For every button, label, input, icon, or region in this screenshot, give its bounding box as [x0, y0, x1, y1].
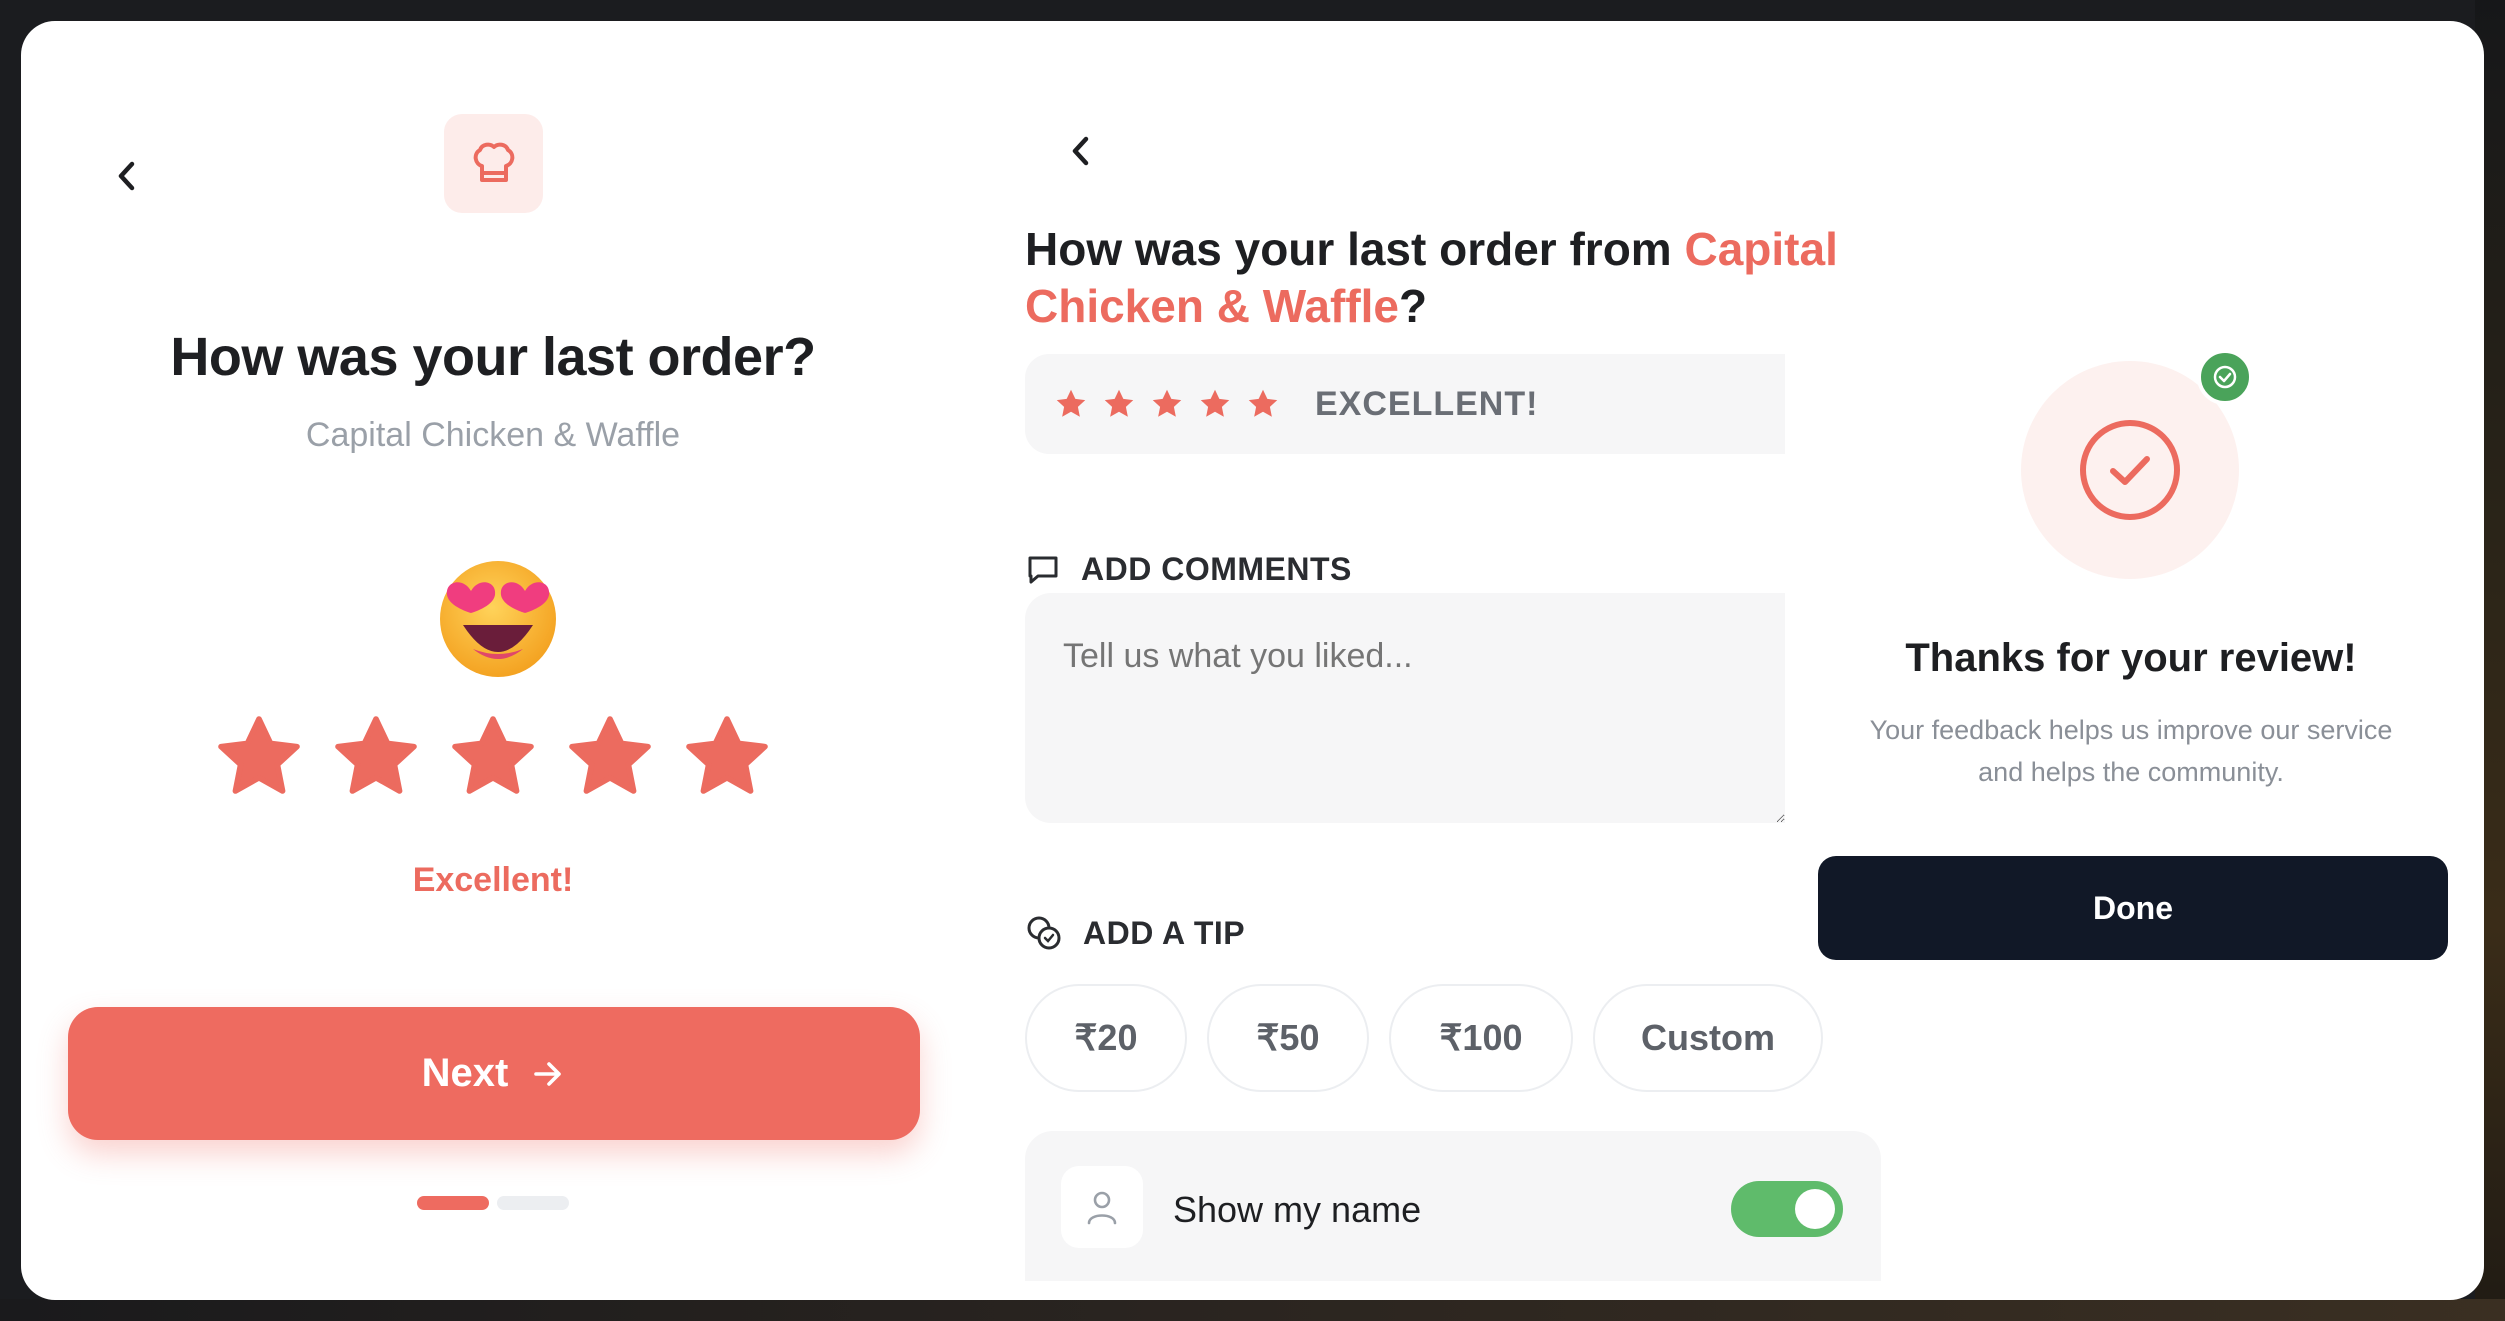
- show-name-toggle[interactable]: [1731, 1181, 1843, 1237]
- restaurant-name: Capital Chicken & Waffle: [305, 416, 681, 454]
- tip-options: ₹20 ₹50 ₹100 Custom: [1025, 984, 1823, 1092]
- review-title: How was your last order from Capital Chi…: [1025, 221, 1885, 335]
- check-circle-icon: [2080, 420, 2180, 520]
- star-3[interactable]: [445, 709, 541, 805]
- tip-option-50[interactable]: ₹50: [1207, 984, 1369, 1092]
- back-button-middle[interactable]: [1051, 121, 1111, 181]
- thanks-message-line-2: and helps the community.: [1978, 757, 2284, 787]
- chef-hat-icon: [473, 142, 514, 182]
- thanks-message: Your feedback helps us improve our servi…: [1851, 709, 2411, 793]
- check-badge-icon: [2213, 365, 2237, 389]
- next-button-label: Next: [421, 1051, 509, 1095]
- user-icon: [1087, 1191, 1117, 1225]
- star-icon: [1056, 389, 1086, 417]
- tip-option-20[interactable]: ₹20: [1025, 984, 1187, 1092]
- comments-label-text: ADD COMMENTS: [1081, 551, 1352, 587]
- heart-eyes-emoji-icon: [440, 561, 556, 677]
- rating-summary-bar[interactable]: EXCELLENT!: [1025, 354, 1785, 454]
- rating-label: Excellent!: [412, 861, 574, 899]
- star-icon: [1152, 389, 1182, 417]
- done-button[interactable]: Done: [1818, 856, 2448, 960]
- thanks-title: Thanks for your review!: [1905, 636, 2357, 680]
- star-2[interactable]: [328, 709, 424, 805]
- review-flow-card: How was your last order? Capital Chicken…: [21, 21, 2484, 1300]
- page-title: How was your last order?: [170, 327, 816, 387]
- tip-label-text: ADD A TIP: [1083, 914, 1246, 951]
- star-icon: [1200, 389, 1230, 417]
- comments-section-label: ADD COMMENTS: [1025, 551, 1352, 588]
- coins-icon: [1027, 916, 1061, 950]
- thanks-message-line-1: Your feedback helps us improve our servi…: [1869, 715, 2393, 745]
- restaurant-logo-tile: [444, 114, 543, 213]
- star-4[interactable]: [562, 709, 658, 805]
- star-1[interactable]: [211, 709, 307, 805]
- star-icon: [1248, 389, 1278, 417]
- chevron-left-icon: [118, 161, 135, 191]
- toggle-knob: [1795, 1189, 1835, 1229]
- success-badge: [2197, 349, 2253, 405]
- step-dot-inactive: [497, 1196, 569, 1210]
- back-button-left[interactable]: [97, 146, 157, 206]
- rating-stars: [211, 709, 775, 819]
- next-button[interactable]: Next: [68, 1007, 920, 1140]
- background-bottom-edge: [0, 1299, 2505, 1321]
- chat-bubble-icon: [1028, 556, 1058, 583]
- review-title-suffix: ?: [1399, 280, 1428, 332]
- step-indicator: [417, 1196, 569, 1210]
- arrow-right-icon: [534, 1061, 562, 1086]
- show-name-label: Show my name: [1173, 1189, 1422, 1230]
- star-5[interactable]: [679, 709, 775, 805]
- step-dot-active: [417, 1196, 489, 1210]
- chevron-left-icon: [1072, 136, 1089, 166]
- tip-option-100[interactable]: ₹100: [1389, 984, 1573, 1092]
- review-title-prefix: How was your last order from: [1025, 223, 1685, 275]
- tip-option-custom[interactable]: Custom: [1593, 984, 1823, 1092]
- avatar: [1061, 1166, 1143, 1248]
- tip-section-label: ADD A TIP: [1025, 914, 1245, 952]
- rating-summary-label: EXCELLENT!: [1315, 384, 1539, 423]
- comments-input[interactable]: [1025, 593, 1785, 823]
- star-icon: [1104, 389, 1134, 417]
